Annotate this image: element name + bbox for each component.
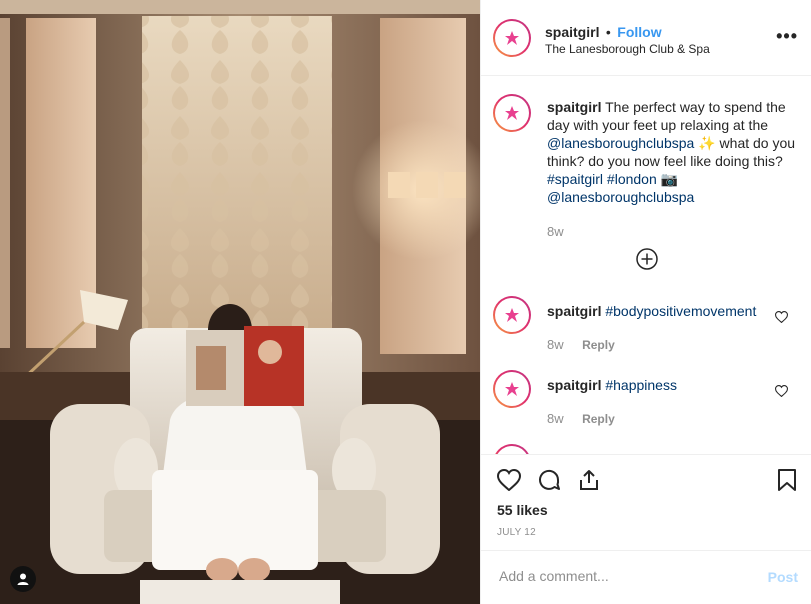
comment-input[interactable] — [497, 567, 741, 585]
reply-button[interactable]: Reply — [582, 412, 615, 426]
heart-outline-icon — [496, 468, 522, 492]
save-button[interactable] — [777, 468, 797, 497]
post-header: spaitgirl • Follow The Lanesborough Club… — [481, 0, 811, 76]
heart-outline-icon — [774, 385, 789, 398]
mention-link[interactable]: @lanesboroughclubspa — [547, 135, 694, 151]
comment-meta: 8w Reply — [547, 410, 615, 428]
comment-avatar[interactable] — [493, 296, 531, 334]
ellipsis-icon[interactable]: ••• — [776, 26, 798, 47]
separator-dot: • — [605, 24, 611, 40]
comments-list[interactable]: spaitgirl The perfect way to spend the d… — [481, 76, 811, 454]
hashtag-link[interactable]: #happiness — [605, 377, 677, 393]
post-actions: 55 likes JULY 12 — [481, 454, 811, 550]
like-button[interactable] — [496, 468, 522, 496]
add-comment-bar: Post — [481, 550, 811, 604]
share-button[interactable] — [577, 468, 601, 497]
caption-text: spaitgirl The perfect way to spend the d… — [547, 98, 797, 206]
hashtag-link[interactable]: #spaitgirl — [547, 171, 603, 187]
comment-meta: 8w Reply — [547, 336, 615, 354]
caption-timestamp[interactable]: 8w — [547, 224, 564, 239]
hashtag-link[interactable]: #london — [607, 171, 657, 187]
caption-username[interactable]: spaitgirl — [547, 99, 601, 115]
share-icon — [580, 470, 598, 490]
post-comment-button[interactable]: Post — [768, 569, 798, 585]
avatar[interactable] — [493, 19, 531, 57]
caption-avatar[interactable] — [493, 94, 531, 132]
spa-photo-illustration — [0, 0, 480, 604]
sparkles-emoji: ✨ — [698, 135, 716, 151]
comment-username[interactable]: spaitgirl — [547, 303, 601, 319]
like-comment-button[interactable] — [774, 310, 789, 328]
post-sidebar: spaitgirl • Follow The Lanesborough Club… — [480, 0, 811, 604]
reply-button[interactable]: Reply — [582, 338, 615, 352]
user-icon — [17, 573, 29, 585]
comment-bubble-icon — [539, 469, 560, 490]
comment-timestamp[interactable]: 8w — [547, 337, 564, 352]
comment-text: spaitgirl #happiness — [547, 376, 767, 394]
mention-link[interactable]: @lanesboroughclubspa — [547, 189, 694, 205]
comment-avatar[interactable] — [493, 370, 531, 408]
spaitgirl-logo-icon — [505, 308, 519, 322]
comment-username[interactable]: spaitgirl — [547, 377, 601, 393]
follow-button[interactable]: Follow — [617, 24, 661, 40]
bookmark-icon — [778, 469, 796, 491]
likes-count[interactable]: 55 likes — [497, 502, 548, 518]
camera-emoji: 📷 — [660, 171, 679, 187]
comment-button[interactable] — [537, 468, 561, 497]
tagged-user-button[interactable] — [10, 566, 36, 592]
plus-circle-icon — [636, 248, 658, 270]
comment-avatar[interactable] — [493, 444, 531, 454]
post-date[interactable]: JULY 12 — [497, 527, 536, 538]
comment-timestamp[interactable]: 8w — [547, 411, 564, 426]
location-link[interactable]: The Lanesborough Club & Spa — [545, 42, 710, 56]
spaitgirl-logo-icon — [505, 106, 519, 120]
like-comment-button[interactable] — [774, 384, 789, 402]
header-username[interactable]: spaitgirl — [545, 24, 599, 40]
spaitgirl-logo-icon — [505, 31, 519, 45]
hashtag-link[interactable]: #bodypositivemovement — [605, 303, 756, 319]
comment-text: spaitgirl #bodypositivemovement — [547, 302, 767, 320]
load-more-comments-button[interactable] — [636, 248, 658, 275]
spaitgirl-logo-icon — [505, 382, 519, 396]
post-photo[interactable] — [0, 0, 480, 604]
heart-outline-icon — [774, 311, 789, 324]
